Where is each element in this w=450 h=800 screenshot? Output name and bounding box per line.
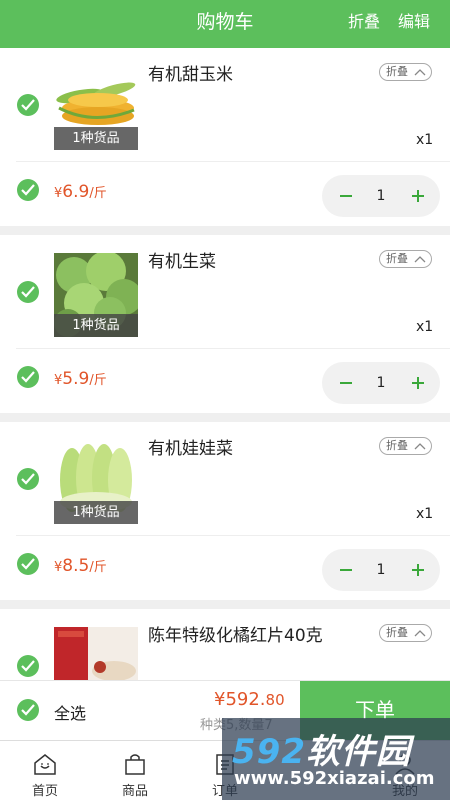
fold-toggle-label: 折叠 [386, 439, 408, 452]
watermark-logo: 592软件园 www.592xiazai.com [222, 718, 450, 800]
fold-toggle-label: 折叠 [386, 65, 408, 78]
plus-icon[interactable] [408, 373, 428, 393]
tab-home-label: 首页 [31, 784, 58, 799]
cart-item-corn: 1种货品 有机甜玉米 折叠 x1 ¥6.9/斤 1 [0, 48, 450, 226]
select-all-label[interactable]: 全选 [54, 700, 86, 724]
price-unit: /斤 [89, 186, 107, 201]
check-icon [21, 473, 35, 485]
edit-button[interactable]: 编辑 [398, 0, 430, 44]
product-image-corn[interactable]: 1种货品 [54, 66, 138, 150]
check-icon [21, 286, 35, 298]
cart-item-baby-cabbage: 1种货品 有机娃娃菜 折叠 x1 ¥8.5/斤 1 [0, 422, 450, 600]
tab-products-label: 商品 [121, 784, 148, 799]
fold-toggle-label: 折叠 [386, 252, 408, 265]
chevron-up-icon [414, 443, 426, 450]
watermark-brand: 592软件园 [232, 724, 411, 773]
variant-count-label: 1种货品 [54, 501, 138, 524]
price-value: 5.9 [62, 369, 90, 389]
quantity-stepper: 1 [322, 175, 440, 217]
product-name[interactable]: 有机甜玉米 [148, 60, 233, 85]
product-image-lettuce[interactable]: 1种货品 [54, 253, 138, 337]
product-name[interactable]: 有机娃娃菜 [148, 434, 233, 459]
fold-all-button[interactable]: 折叠 [348, 0, 380, 44]
chevron-up-icon [414, 256, 426, 263]
check-icon [21, 184, 35, 196]
unit-price: ¥5.9/斤 [54, 369, 107, 389]
divider [16, 161, 450, 162]
tab-products[interactable]: 商品 [90, 741, 180, 800]
bag-icon [125, 754, 145, 775]
product-image-baby-cabbage[interactable]: 1种货品 [54, 440, 138, 524]
watermark-text: 软件园 [305, 732, 411, 772]
product-name[interactable]: 有机生菜 [148, 247, 216, 272]
item-checkbox[interactable] [17, 94, 39, 116]
divider [16, 535, 450, 536]
unit-price: ¥8.5/斤 [54, 556, 107, 576]
unit-price: ¥6.9/斤 [54, 182, 107, 202]
watermark-url: www.592xiazai.com [234, 768, 435, 789]
watermark-number: 592 [232, 732, 306, 772]
check-icon [21, 704, 35, 716]
check-icon [21, 660, 35, 672]
price-unit: /斤 [89, 373, 107, 388]
total-decimal: 80 [265, 691, 285, 709]
page-title: 购物车 [196, 11, 254, 33]
chevron-up-icon [414, 630, 426, 637]
total-main: ¥592. [214, 689, 266, 710]
fold-toggle[interactable]: 折叠 [379, 437, 432, 455]
variant-checkbox[interactable] [17, 553, 39, 575]
price-value: 6.9 [62, 182, 90, 202]
tab-home[interactable]: 首页 [0, 741, 90, 800]
price-value: 8.5 [62, 556, 90, 576]
item-checkbox[interactable] [17, 281, 39, 303]
fold-toggle[interactable]: 折叠 [379, 250, 432, 268]
cart-item-lettuce: 1种货品 有机生菜 折叠 x1 ¥5.9/斤 1 [0, 235, 450, 413]
variant-qty: x1 [416, 506, 434, 522]
plus-icon[interactable] [408, 186, 428, 206]
variant-count-label: 1种货品 [54, 314, 138, 337]
variant-qty: x1 [416, 319, 434, 335]
chevron-up-icon [414, 69, 426, 76]
item-checkbox[interactable] [17, 468, 39, 490]
price-unit: /斤 [89, 560, 107, 575]
variant-count-label: 1种货品 [54, 127, 138, 150]
plus-icon[interactable] [408, 560, 428, 580]
check-icon [21, 558, 35, 570]
header: 购物车 折叠 编辑 [0, 0, 450, 48]
total-price: ¥592.80 [214, 689, 285, 710]
fold-toggle[interactable]: 折叠 [379, 624, 432, 642]
home-icon [34, 754, 56, 775]
divider [16, 348, 450, 349]
fold-toggle-label: 折叠 [386, 626, 408, 639]
quantity-stepper: 1 [322, 549, 440, 591]
cart-screen: 购物车 折叠 编辑 1种货品 有机甜玉米 折叠 x1 ¥6.9/斤 1 1种货品… [0, 0, 450, 800]
variant-qty: x1 [416, 132, 434, 148]
check-icon [21, 371, 35, 383]
select-all-checkbox[interactable] [17, 699, 39, 721]
item-checkbox[interactable] [17, 655, 39, 677]
product-name[interactable]: 陈年特级化橘红片40克 [148, 621, 323, 646]
variant-checkbox[interactable] [17, 179, 39, 201]
fold-toggle[interactable]: 折叠 [379, 63, 432, 81]
check-icon [21, 99, 35, 111]
variant-checkbox[interactable] [17, 366, 39, 388]
quantity-stepper: 1 [322, 362, 440, 404]
